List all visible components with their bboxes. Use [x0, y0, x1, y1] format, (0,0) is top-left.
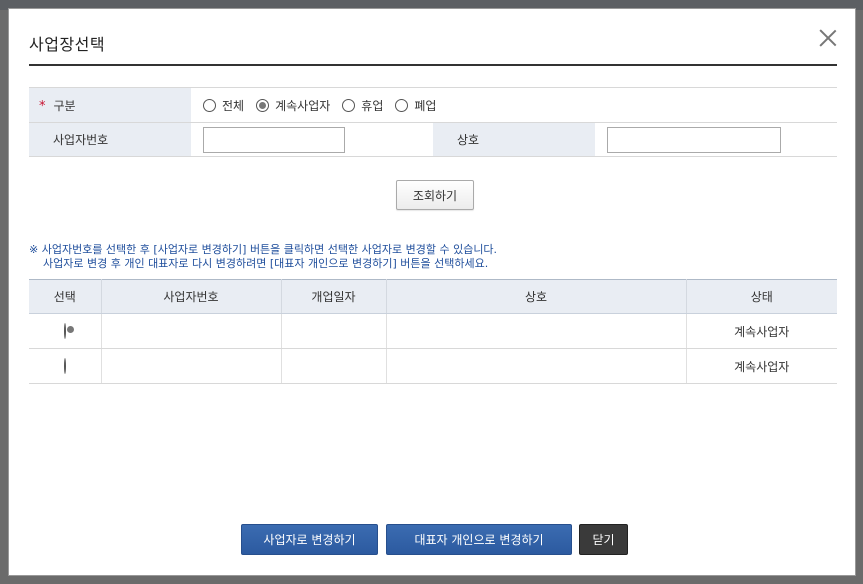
col-status: 상태 — [686, 279, 837, 314]
row-radio[interactable] — [63, 323, 66, 339]
category-label-cell: * 구분 — [29, 87, 191, 123]
table-row[interactable]: 계속사업자 — [29, 313, 837, 349]
row-open-date — [281, 313, 387, 349]
row-company-name — [386, 313, 687, 349]
close-icon[interactable] — [819, 29, 837, 47]
col-select: 선택 — [29, 279, 102, 314]
option-suspended[interactable]: 휴업 — [342, 97, 383, 114]
radio-suspended[interactable] — [342, 98, 356, 112]
col-open-date: 개업일자 — [281, 279, 387, 314]
change-to-personal-button[interactable]: 대표자 개인으로 변경하기 — [386, 524, 572, 555]
business-select-dialog: 사업장선택 * 구분 전체 계속사업자 휴업 폐업 사업자번호 상호 조회하기 … — [8, 8, 856, 576]
notice-line-1: ※ 사업자번호를 선택한 후 [사업자로 변경하기] 버튼을 클릭하면 선택한 … — [29, 243, 498, 256]
row-open-date — [281, 348, 387, 384]
option-closed-label: 폐업 — [414, 98, 437, 113]
option-all-label: 전체 — [222, 98, 245, 113]
row-status: 계속사업자 — [686, 348, 837, 384]
notice-text: ※ 사업자번호를 선택한 후 [사업자로 변경하기] 버튼을 클릭하면 선택한 … — [29, 243, 497, 271]
business-number-label: 사업자번호 — [29, 122, 191, 157]
search-form: * 구분 전체 계속사업자 휴업 폐업 사업자번호 상호 — [29, 87, 837, 157]
radio-continuing[interactable] — [256, 98, 270, 112]
table-header-row: 선택 사업자번호 개업일자 상호 상태 — [29, 279, 837, 314]
option-continuing-label: 계속사업자 — [275, 98, 331, 113]
business-number-input[interactable] — [203, 126, 345, 153]
category-radio-group: 전체 계속사업자 휴업 폐업 — [191, 88, 837, 122]
business-number-cell — [191, 122, 433, 157]
option-continuing[interactable]: 계속사업자 — [256, 97, 330, 114]
change-to-business-button[interactable]: 사업자로 변경하기 — [241, 524, 378, 555]
required-mark: * — [39, 98, 46, 114]
option-all[interactable]: 전체 — [203, 97, 244, 114]
title-divider — [29, 64, 837, 66]
radio-all[interactable] — [203, 98, 216, 112]
radio-closed[interactable] — [395, 98, 409, 112]
table-row[interactable]: 계속사업자 — [29, 348, 837, 384]
row-status: 계속사업자 — [686, 313, 837, 349]
col-company-name: 상호 — [386, 279, 687, 314]
row-select-cell[interactable] — [29, 313, 102, 349]
close-button[interactable]: 닫기 — [579, 524, 628, 555]
business-list-table: 선택 사업자번호 개업일자 상호 상태 계속사업자 계속사업자 — [29, 279, 837, 384]
row-select-cell[interactable] — [29, 348, 102, 384]
category-options-cell: 전체 계속사업자 휴업 폐업 — [191, 87, 837, 123]
row-radio[interactable] — [63, 358, 66, 374]
category-label: 구분 — [53, 98, 76, 113]
company-name-label: 상호 — [433, 122, 595, 157]
company-name-cell — [595, 122, 837, 157]
dialog-title: 사업장선택 — [29, 35, 106, 54]
company-name-input[interactable] — [607, 126, 781, 153]
option-suspended-label: 휴업 — [361, 98, 384, 113]
option-closed[interactable]: 폐업 — [395, 97, 436, 114]
row-company-name — [386, 348, 687, 384]
search-button[interactable]: 조회하기 — [396, 180, 474, 210]
notice-line-2: 사업자로 변경 후 개인 대표자로 다시 변경하려면 [대표자 개인으로 변경하… — [43, 257, 489, 270]
row-business-number — [101, 348, 282, 384]
col-business-number: 사업자번호 — [101, 279, 282, 314]
row-business-number — [101, 313, 282, 349]
